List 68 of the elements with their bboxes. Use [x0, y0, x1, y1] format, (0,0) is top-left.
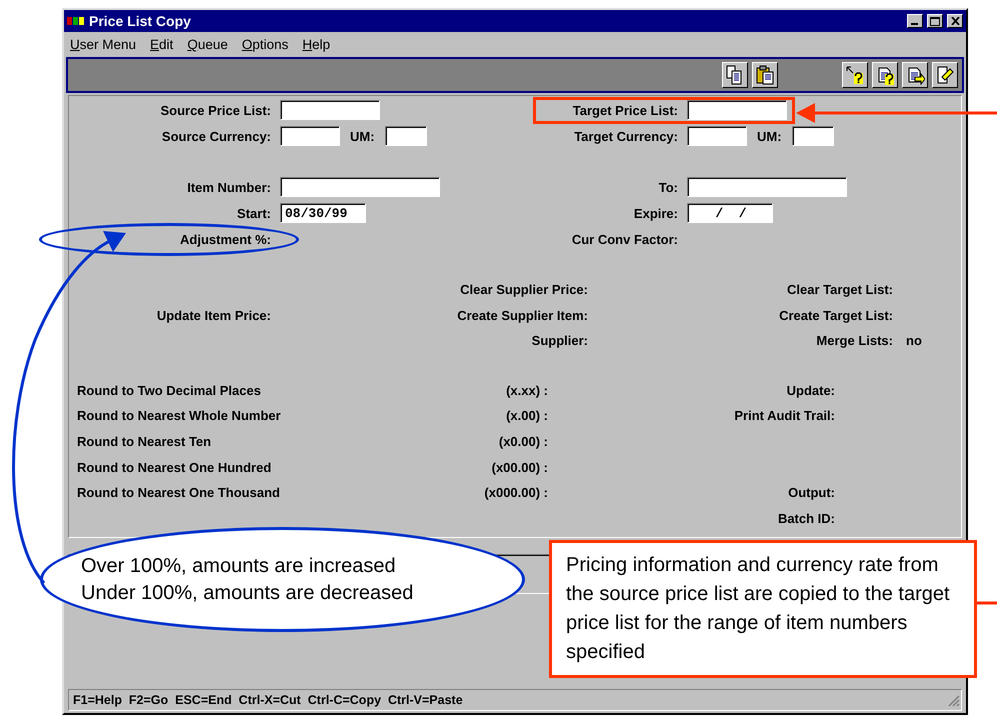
callout-text: Pricing information and currency rate from the source price list are copied to the target price list for the range of item numbers specified: [566, 554, 950, 663]
toolbar-button[interactable]: [872, 62, 898, 88]
menu-item[interactable]: Queue: [187, 37, 228, 52]
option-label: Clear Target List:: [787, 282, 893, 298]
input-field[interactable]: [280, 177, 440, 197]
input-field[interactable]: [792, 126, 834, 146]
option-label: Output:: [788, 485, 835, 500]
option-label: Merge Lists:: [816, 333, 893, 348]
callout-text: Under 100%, amounts are decreased: [81, 580, 414, 606]
field-label: Start:: [237, 206, 271, 220]
help-icon: [845, 65, 865, 85]
maximize-icon: [930, 16, 940, 26]
option-label: Supplier:: [532, 333, 588, 348]
input-field[interactable]: [280, 126, 340, 146]
rounding-format: (x000.00) :: [484, 485, 548, 500]
input-field[interactable]: [687, 177, 847, 197]
menu-item[interactable]: Help: [302, 37, 330, 52]
field-label: Target Price List:: [572, 102, 678, 118]
field-label: UM:: [350, 128, 375, 144]
date-field[interactable]: 08/30/99: [280, 203, 366, 223]
app-icon: [67, 15, 85, 27]
input-field[interactable]: [687, 100, 787, 120]
option-label: Update:: [786, 382, 835, 398]
field-label: Adjustment %:: [180, 232, 271, 246]
toolbar-button[interactable]: [932, 62, 958, 88]
window-title: Price List Copy: [89, 13, 192, 29]
field-label: Expire:: [634, 206, 678, 220]
toolbar-button[interactable]: [752, 62, 778, 88]
minimize-button[interactable]: [907, 14, 923, 28]
close-icon: [950, 17, 960, 25]
field-label: Item Number:: [187, 180, 271, 194]
option-label: Create Target List:: [779, 308, 893, 323]
field-label: Source Price List:: [160, 102, 271, 118]
shortcut-text: F1=Help F2=Go ESC=End Ctrl-X=Cut Ctrl-C=Copy Ctrl-V=Paste: [72, 693, 464, 707]
close-button[interactable]: [947, 14, 963, 28]
toolbar-button[interactable]: [902, 62, 928, 88]
rounding-label: Round to Nearest One Hundred: [77, 460, 272, 475]
rounding-format: (x.xx) :: [506, 382, 548, 398]
rounding-format: (x0.00) :: [498, 434, 548, 449]
rounding-label: Round to Nearest One Thousand: [77, 485, 280, 500]
toolbar-button[interactable]: [842, 62, 868, 88]
input-field[interactable]: [280, 100, 380, 120]
option-label: Clear Supplier Price:: [460, 282, 588, 298]
menu-item[interactable]: Options: [242, 37, 288, 52]
input-field[interactable]: [687, 126, 747, 146]
field-label: Cur Conv Factor:: [572, 232, 678, 246]
option-label: Batch ID:: [778, 510, 835, 526]
maximize-button[interactable]: [927, 14, 943, 28]
callout-text: Over 100%, amounts are increased: [81, 554, 397, 578]
menu-item[interactable]: Edit: [150, 37, 174, 52]
input-field[interactable]: [384, 126, 427, 146]
rounding-label: Round to Nearest Whole Number: [77, 408, 281, 424]
rounding-format: (x.00) :: [506, 408, 548, 424]
field-label: Target Currency:: [574, 128, 678, 144]
toolbar-button[interactable]: [722, 62, 748, 88]
field-label: Source Currency:: [162, 128, 271, 144]
date-field[interactable]: / /: [687, 203, 773, 223]
option-value: no: [906, 333, 922, 348]
option-label: Print Audit Trail:: [734, 408, 835, 424]
option-label: Create Supplier Item:: [457, 308, 588, 323]
menu-item[interactable]: User Menu: [70, 37, 136, 52]
option-label: Update Item Price:: [156, 308, 271, 323]
rounding-label: Round to Two Decimal Places: [77, 382, 261, 398]
field-label: UM:: [757, 128, 782, 144]
rounding-label: Round to Nearest Ten: [77, 434, 212, 449]
field-label: To:: [658, 180, 678, 194]
rounding-format: (x00.00) :: [492, 460, 548, 475]
paste-icon: [755, 65, 775, 85]
